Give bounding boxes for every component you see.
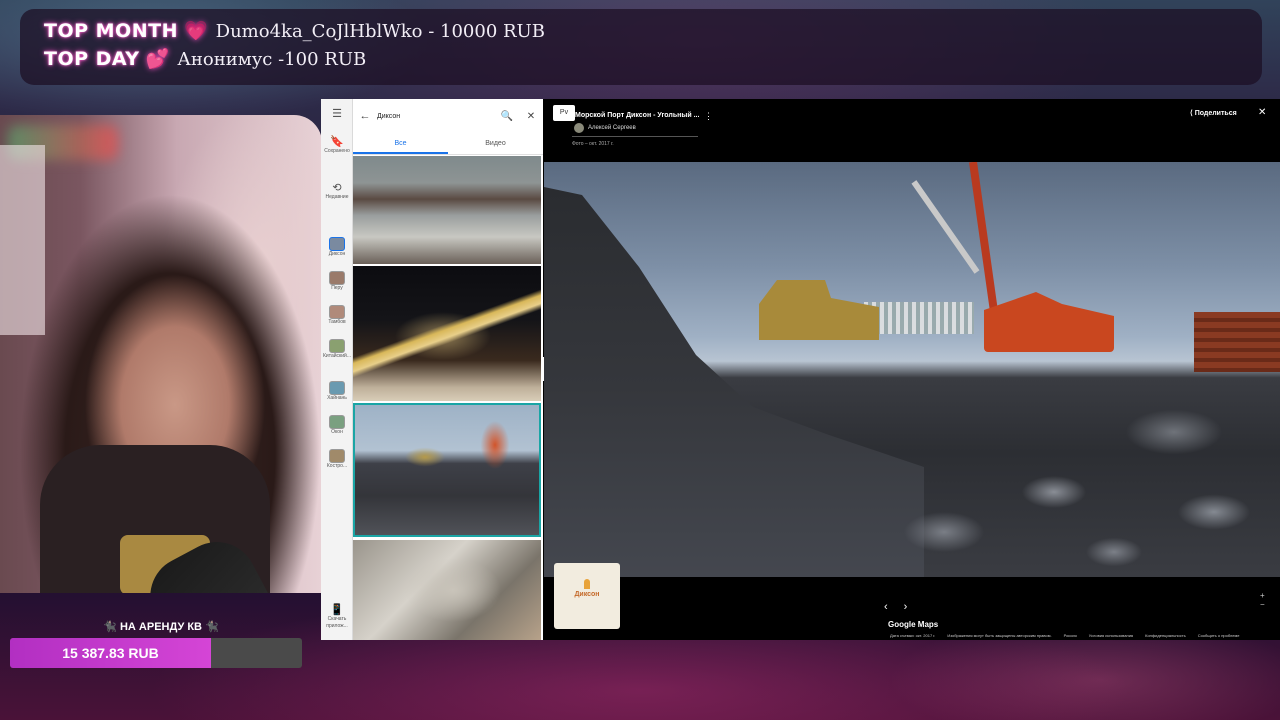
bookmark-icon: 🔖 bbox=[330, 136, 344, 148]
close-icon[interactable]: ✕ bbox=[1258, 107, 1266, 118]
menu-button[interactable]: ☰ bbox=[321, 107, 353, 120]
search-bar: ← Диксон 🔍 ✕ bbox=[353, 105, 543, 127]
more-options-icon[interactable]: ⋮ bbox=[704, 111, 713, 122]
webcam-feed bbox=[0, 115, 322, 593]
place-thumbnail bbox=[329, 237, 345, 251]
heart-icon: 💗 bbox=[183, 21, 208, 42]
goal-amount: 15 387.83 RUB bbox=[62, 645, 159, 661]
rail-china[interactable]: Китайский... bbox=[321, 339, 353, 360]
rail-dikson[interactable]: Диксон bbox=[321, 237, 353, 258]
place-thumbnail bbox=[329, 339, 345, 353]
photo-navigation: ‹ › bbox=[884, 601, 907, 613]
viewer-header: Pv Морской Порт Диксон - Угольный ... Ал… bbox=[544, 99, 1280, 162]
search-icon[interactable]: 🔍 bbox=[495, 111, 519, 122]
top-day-donor: Анонимус -100 RUB bbox=[177, 48, 367, 70]
rail-label: Хайнань bbox=[327, 395, 347, 401]
privacy-link[interactable]: Конфиденциальность bbox=[1145, 633, 1186, 638]
avatar bbox=[574, 123, 584, 133]
photo-thumbnail[interactable] bbox=[353, 540, 541, 640]
previous-icon[interactable]: ‹ bbox=[884, 601, 888, 613]
place-thumbnail bbox=[329, 305, 345, 319]
history-icon: ⟲ bbox=[332, 182, 342, 194]
metal-stack bbox=[1194, 312, 1280, 372]
excavator bbox=[984, 292, 1114, 352]
street-photo[interactable] bbox=[544, 162, 1280, 577]
legal-footer: Дата съемки: окт. 2017 г. Изображения мо… bbox=[890, 633, 1239, 638]
top-day-row: TOP DAY 💕 Анонимус -100 RUB bbox=[44, 47, 366, 71]
place-thumbnail bbox=[329, 381, 345, 395]
place-title[interactable]: Морской Порт Диксон - Угольный ... bbox=[575, 112, 699, 119]
top-month-row: TOP MONTH 💗 Dumo4ka_CoJlHblWko - 10000 R… bbox=[44, 19, 545, 43]
report-link[interactable]: Сообщить о проблеме bbox=[1198, 633, 1240, 638]
rail-get-app[interactable]: 📱 Скачать прилож... bbox=[321, 603, 353, 630]
rail-label: Недавние bbox=[325, 194, 349, 200]
top-month-title: TOP MONTH bbox=[44, 20, 178, 42]
rail-hainan[interactable]: Хайнань bbox=[321, 381, 353, 402]
rail-kostroma[interactable]: Костро... bbox=[321, 449, 353, 470]
rail-okon[interactable]: Окон bbox=[321, 415, 353, 436]
author-name: Алексей Сергеев bbox=[588, 125, 636, 131]
close-icon[interactable]: ✕ bbox=[519, 111, 543, 122]
hamburger-icon: ☰ bbox=[332, 108, 342, 120]
rail-tambov[interactable]: Тамбов bbox=[321, 305, 353, 326]
share-label: Поделиться bbox=[1194, 110, 1237, 117]
donation-banner: TOP MONTH 💗 Dumo4ka_CoJlHblWko - 10000 R… bbox=[20, 9, 1262, 85]
rocks bbox=[794, 392, 1280, 577]
photo-tabs: Все Видео bbox=[353, 135, 543, 155]
zoom-control[interactable]: + − bbox=[1260, 591, 1265, 609]
rail-label: Китайский... bbox=[323, 353, 351, 359]
window-light bbox=[0, 145, 45, 335]
place-thumbnail bbox=[329, 271, 345, 285]
search-input[interactable]: Диксон bbox=[377, 113, 495, 120]
minimap-label: Диксон bbox=[574, 591, 600, 598]
rail-label: Диксон bbox=[328, 251, 346, 257]
location-pin-icon bbox=[584, 579, 590, 589]
rail-label: Костро... bbox=[326, 463, 348, 469]
tab-all[interactable]: Все bbox=[353, 135, 448, 154]
phone-icon: 📱 bbox=[330, 604, 344, 616]
place-thumbnail bbox=[329, 449, 345, 463]
share-button[interactable]: ⟨ Поделиться bbox=[1190, 109, 1237, 117]
rail-label: Окон bbox=[331, 429, 343, 435]
hearts-icon: 💕 bbox=[145, 49, 170, 70]
side-rail: ☰ 🔖 Сохранено ⟲ Недавние Диксон Пeру Там… bbox=[321, 99, 353, 640]
top-day-title: TOP DAY bbox=[44, 48, 140, 70]
rail-recent[interactable]: ⟲ Недавние bbox=[321, 181, 353, 201]
capture-date: Дата съемки: окт. 2017 г. bbox=[890, 633, 936, 638]
region-link[interactable]: Россия bbox=[1064, 633, 1077, 638]
photo-thumbnail-selected[interactable] bbox=[353, 403, 541, 537]
viewer-footer: Диксон ‹ › + − Google Maps Дата съемки: о… bbox=[544, 563, 1280, 640]
loader-bridge bbox=[864, 302, 974, 334]
goal-label: 🐈‍⬛ НА АРЕНДУ КВ 🐈‍⬛ bbox=[103, 621, 219, 633]
top-month-donor: Dumo4ka_CoJlHblWko - 10000 RUB bbox=[215, 20, 545, 42]
photo-date: Фото – окт. 2017 г. bbox=[572, 141, 614, 147]
maps-window: ☰ 🔖 Сохранено ⟲ Недавние Диксон Пeру Там… bbox=[321, 99, 1280, 640]
google-maps-logo: Google Maps bbox=[888, 620, 939, 629]
results-panel: ← Диксон 🔍 ✕ Все Видео bbox=[353, 99, 543, 640]
photo-badge[interactable]: Pv bbox=[553, 105, 575, 121]
photo-thumbnail[interactable] bbox=[353, 266, 541, 401]
photo-viewer: Pv Морской Порт Диксон - Угольный ... Ал… bbox=[544, 99, 1280, 640]
rail-label: Сохранено bbox=[324, 148, 350, 154]
rail-saved[interactable]: 🔖 Сохранено bbox=[321, 135, 353, 155]
minimap[interactable]: Диксон bbox=[554, 563, 620, 629]
tab-video[interactable]: Видео bbox=[448, 135, 543, 154]
place-thumbnail bbox=[329, 415, 345, 429]
bulldozer bbox=[759, 280, 879, 340]
next-icon[interactable]: › bbox=[904, 601, 908, 613]
author[interactable]: Алексей Сергеев bbox=[574, 123, 636, 133]
crane-boom bbox=[911, 180, 980, 274]
rail-label: Скачать прилож... bbox=[326, 616, 348, 629]
rail-peru[interactable]: Пeру bbox=[321, 271, 353, 292]
divider bbox=[572, 136, 698, 137]
copyright-note: Изображения могут быть защищены авторски… bbox=[947, 633, 1052, 638]
rail-label: Пeру bbox=[331, 285, 343, 291]
photo-thumbnail[interactable] bbox=[353, 156, 541, 264]
back-arrow-icon[interactable]: ← bbox=[353, 110, 377, 122]
terms-link[interactable]: Условия использования bbox=[1089, 633, 1133, 638]
rail-label: Тамбов bbox=[328, 319, 346, 325]
